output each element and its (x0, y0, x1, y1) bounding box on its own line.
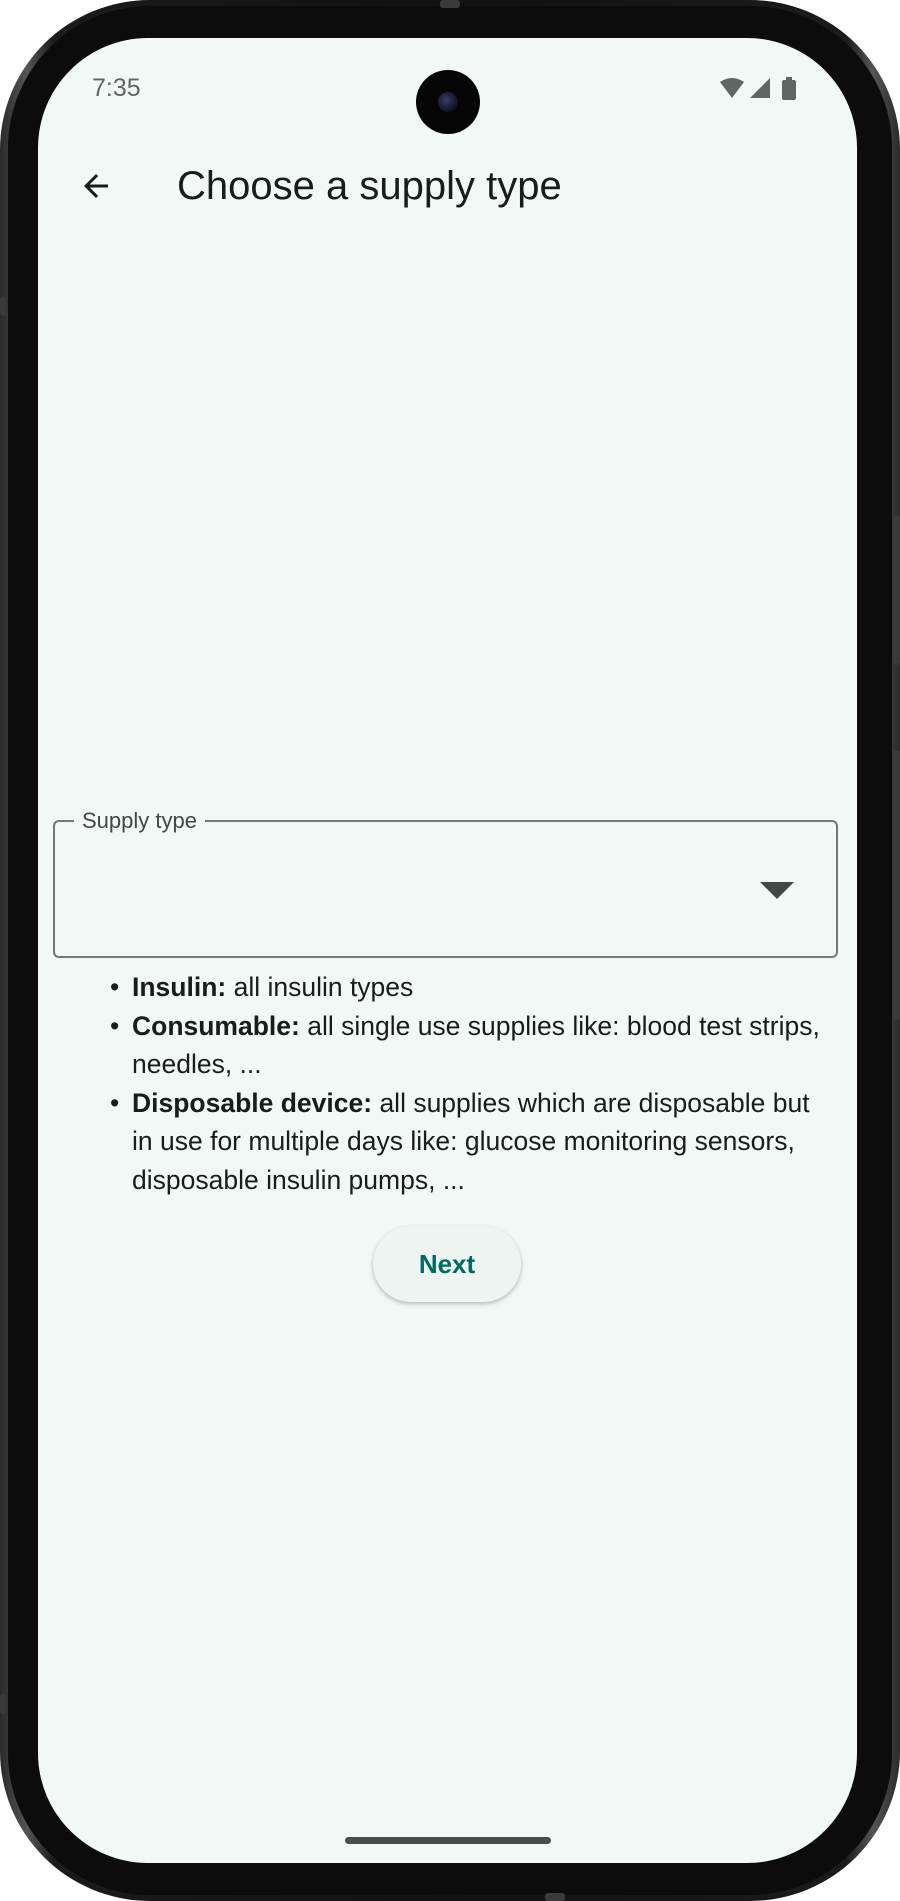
list-item: • Consumable: all single use supplies li… (76, 1007, 836, 1084)
app-screen: 7:35 Choose a supply type Supply type • … (38, 38, 857, 1863)
supply-term: Consumable: (132, 1010, 300, 1041)
home-indicator[interactable] (345, 1837, 551, 1844)
phone-side-button (893, 750, 900, 1020)
supply-type-descriptions: • Insulin: all insulin types • Consumabl… (76, 968, 836, 1199)
bullet-dot: • (110, 1087, 120, 1118)
front-camera (416, 70, 480, 134)
bullet-dot: • (110, 1010, 120, 1041)
phone-side-button (0, 1694, 6, 1714)
dropdown-arrow-icon[interactable] (760, 882, 794, 899)
list-item: • Disposable device: all supplies which … (76, 1084, 836, 1200)
wifi-icon (720, 78, 744, 98)
supply-type-label: Supply type (74, 808, 205, 834)
page-title: Choose a supply type (177, 164, 562, 208)
status-icons (718, 76, 808, 102)
back-button[interactable] (66, 156, 126, 216)
status-time: 7:35 (92, 74, 141, 102)
supply-term: Insulin: (132, 972, 227, 1002)
supply-term: Disposable device: (132, 1087, 373, 1118)
next-button[interactable]: Next (373, 1226, 521, 1302)
phone-side-button (893, 515, 900, 665)
bullet-dot: • (110, 972, 120, 1002)
battery-icon (782, 77, 796, 100)
signal-icon (750, 78, 770, 98)
supply-description: all insulin types (226, 972, 414, 1002)
list-item: • Insulin: all insulin types (76, 968, 836, 1007)
phone-top-notch (440, 0, 460, 8)
arrow-back-icon (84, 174, 108, 198)
phone-side-button (0, 296, 6, 316)
supply-type-dropdown[interactable] (53, 820, 838, 958)
phone-bottom-notch (545, 1893, 565, 1901)
